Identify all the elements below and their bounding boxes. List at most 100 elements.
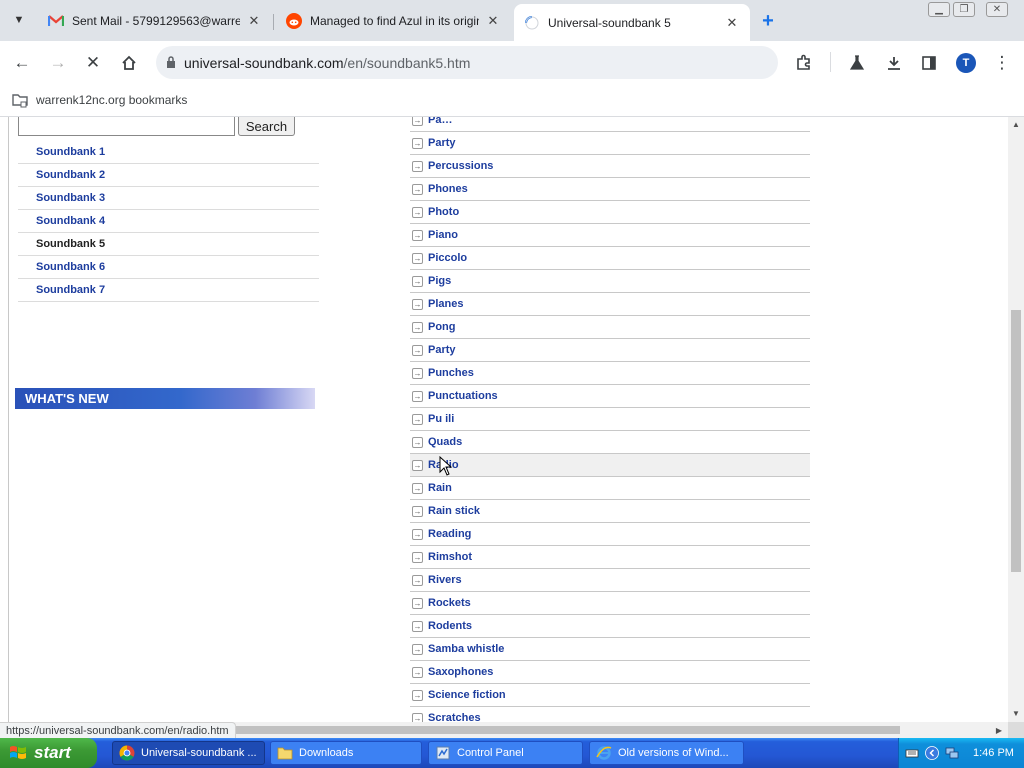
category-link[interactable]: Pong	[428, 321, 456, 333]
category-link[interactable]: Rain stick	[428, 505, 480, 517]
category-link[interactable]: Phones	[428, 183, 468, 195]
category-link[interactable]: Saxophones	[428, 666, 493, 678]
category-link[interactable]: Pu ili	[428, 413, 454, 425]
category-row[interactable]: → Percussions	[410, 155, 810, 178]
category-row[interactable]: → Punches	[410, 362, 810, 385]
category-row[interactable]: → Reading	[410, 523, 810, 546]
category-link[interactable]: Punctuations	[428, 390, 498, 402]
home-icon[interactable]	[115, 49, 143, 77]
scroll-up-arrow-icon[interactable]: ▲	[1008, 117, 1024, 131]
category-row[interactable]: → Party	[410, 132, 810, 155]
vertical-scroll-thumb[interactable]	[1011, 310, 1021, 572]
scroll-down-arrow-icon[interactable]: ▼	[1008, 706, 1024, 720]
lock-icon[interactable]	[164, 56, 178, 70]
back-arrow-icon[interactable]: ←	[8, 49, 36, 77]
taskbar-item-chrome[interactable]: Universal-soundbank ...	[112, 741, 265, 765]
taskbar-clock[interactable]: 1:46 PM	[973, 747, 1014, 759]
close-tab-icon[interactable]: ✕	[485, 13, 501, 29]
forward-arrow-icon[interactable]: →	[44, 49, 72, 77]
category-row[interactable]: → Piano	[410, 224, 810, 247]
menu-kebab-icon[interactable]: ⋮	[988, 49, 1016, 77]
category-row[interactable]: → Scratches	[410, 707, 810, 722]
category-link[interactable]: Planes	[428, 298, 463, 310]
category-link[interactable]: Rodents	[428, 620, 472, 632]
category-link[interactable]: Samba whistle	[428, 643, 504, 655]
sidebar-link-soundbank-6[interactable]: Soundbank 6	[18, 256, 319, 279]
category-row[interactable]: → Pa…	[410, 117, 810, 132]
scroll-right-arrow-icon[interactable]: ▶	[992, 722, 1006, 738]
category-row[interactable]: → Pong	[410, 316, 810, 339]
category-link[interactable]: Punches	[428, 367, 474, 379]
category-link[interactable]: Piano	[428, 229, 458, 241]
category-row[interactable]: → Saxophones	[410, 661, 810, 684]
sidebar-link-soundbank-1[interactable]: Soundbank 1	[18, 141, 319, 164]
category-link[interactable]: Scratches	[428, 712, 481, 722]
category-row[interactable]: →Radio	[410, 454, 810, 477]
category-link[interactable]: Party	[428, 137, 456, 149]
keyboard-icon[interactable]	[905, 746, 919, 760]
taskbar-item-control-panel[interactable]: Control Panel	[428, 741, 583, 765]
tab-gmail[interactable]: Sent Mail - 5799129563@warrenk12nc.org ✕	[38, 6, 272, 36]
category-row[interactable]: → Punctuations	[410, 385, 810, 408]
close-tab-icon[interactable]: ✕	[724, 15, 740, 31]
address-bar[interactable]: universal-soundbank.com/en/soundbank5.ht…	[156, 46, 778, 79]
category-link[interactable]: Pa…	[428, 117, 452, 126]
category-row[interactable]: → Photo	[410, 201, 810, 224]
category-row[interactable]: → Quads	[410, 431, 810, 454]
category-link[interactable]: Reading	[428, 528, 471, 540]
category-row[interactable]: → Rodents	[410, 615, 810, 638]
category-link[interactable]: Party	[428, 344, 456, 356]
start-button[interactable]: start	[0, 738, 97, 768]
close-tab-icon[interactable]: ✕	[246, 13, 262, 29]
sidebar-link-soundbank-5[interactable]: Soundbank 5	[18, 233, 319, 256]
tab-reddit[interactable]: Managed to find Azul in its original ✕	[276, 6, 511, 36]
tab-search-dropdown-icon[interactable]: ▼	[8, 9, 30, 31]
category-row[interactable]: → Samba whistle	[410, 638, 810, 661]
category-row[interactable]: → Phones	[410, 178, 810, 201]
sidebar-link-soundbank-7[interactable]: Soundbank 7	[18, 279, 319, 302]
stop-loading-icon[interactable]: ✕	[79, 49, 107, 77]
category-row[interactable]: → Party	[410, 339, 810, 362]
extensions-puzzle-icon[interactable]	[790, 49, 818, 77]
horizontal-scroll-thumb[interactable]	[200, 726, 900, 734]
category-row[interactable]: → Planes	[410, 293, 810, 316]
bookmark-folder[interactable]: warrenk12nc.org bookmarks	[12, 92, 187, 108]
category-link[interactable]: Piccolo	[428, 252, 467, 264]
category-row[interactable]: → Rimshot	[410, 546, 810, 569]
category-link[interactable]: Rimshot	[428, 551, 472, 563]
category-row[interactable]: → Rain	[410, 477, 810, 500]
taskbar-item-downloads[interactable]: Downloads	[270, 741, 422, 765]
category-row[interactable]: → Pigs	[410, 270, 810, 293]
labs-flask-icon[interactable]	[843, 49, 871, 77]
category-link[interactable]: Rain	[428, 482, 452, 494]
restore-window-icon[interactable]: ❐	[953, 2, 975, 17]
category-link[interactable]: Photo	[428, 206, 459, 218]
close-window-icon[interactable]: ✕	[986, 2, 1008, 17]
category-row[interactable]: → Piccolo	[410, 247, 810, 270]
category-link[interactable]: Rockets	[428, 597, 471, 609]
vertical-scrollbar[interactable]: ▲ ▼	[1008, 117, 1024, 722]
category-row[interactable]: → Science fiction	[410, 684, 810, 707]
category-link[interactable]: Quads	[428, 436, 462, 448]
downloads-icon[interactable]	[880, 49, 908, 77]
side-panel-icon[interactable]	[915, 49, 943, 77]
search-button[interactable]: Search	[238, 117, 295, 136]
tab-universal-soundbank[interactable]: Universal-soundbank 5 ✕	[514, 4, 750, 41]
network-status-icon[interactable]	[945, 746, 959, 760]
category-link[interactable]: Percussions	[428, 160, 493, 172]
sidebar-link-soundbank-2[interactable]: Soundbank 2	[18, 164, 319, 187]
minimize-window-icon[interactable]: ▁	[928, 2, 950, 17]
sidebar-link-soundbank-3[interactable]: Soundbank 3	[18, 187, 319, 210]
taskbar-item-internet-explorer[interactable]: Old versions of Wind...	[589, 741, 744, 765]
new-tab-plus-icon[interactable]: +	[756, 9, 780, 33]
category-row[interactable]: → Rain stick	[410, 500, 810, 523]
category-link[interactable]: Science fiction	[428, 689, 506, 701]
category-row[interactable]: → Rivers	[410, 569, 810, 592]
category-row[interactable]: → Rockets	[410, 592, 810, 615]
show-hidden-icons-chevron-icon[interactable]	[925, 746, 939, 760]
category-link[interactable]: Pigs	[428, 275, 451, 287]
category-link[interactable]: Rivers	[428, 574, 462, 586]
search-input[interactable]	[18, 117, 235, 136]
category-row[interactable]: → Pu ili	[410, 408, 810, 431]
profile-avatar[interactable]: T	[956, 53, 976, 73]
